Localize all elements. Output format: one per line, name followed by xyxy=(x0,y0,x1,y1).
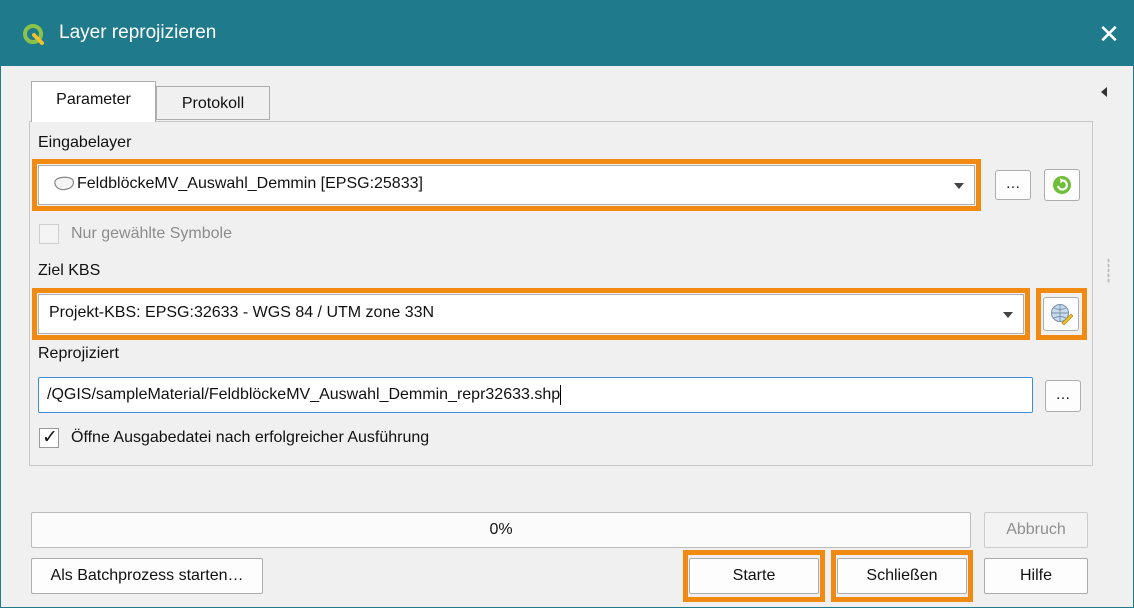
qgis-logo-icon xyxy=(23,24,44,45)
title-bar: Layer reprojizieren ✕ xyxy=(1,0,1133,66)
selected-only-checkbox[interactable] xyxy=(39,224,59,244)
target-crs-combo[interactable]: Projekt-KBS: EPSG:32633 - WGS 84 / UTM z… xyxy=(38,294,1024,334)
output-label: Reprojiziert xyxy=(38,345,119,362)
refresh-icon xyxy=(1053,176,1071,194)
tab-parameter[interactable]: Parameter xyxy=(31,81,156,122)
target-crs-value: Projekt-KBS: EPSG:32633 - WGS 84 / UTM z… xyxy=(49,304,435,321)
globe-crs-icon xyxy=(1051,304,1074,326)
chevron-down-icon xyxy=(954,183,964,189)
output-browse-button[interactable]: … xyxy=(1045,380,1081,412)
dialog-window: Layer reprojizieren ✕ Parameter Protokol… xyxy=(0,0,1134,608)
input-layer-label: Eingabelayer xyxy=(38,134,132,151)
checkmark-icon: ✓ xyxy=(42,427,58,448)
collapse-panel-arrow-icon[interactable] xyxy=(1099,86,1109,98)
input-browse-button[interactable]: … xyxy=(995,170,1031,200)
splitter-handle[interactable] xyxy=(1107,258,1110,284)
window-title: Layer reprojizieren xyxy=(59,22,217,43)
open-output-checkbox[interactable]: ✓ xyxy=(39,427,59,448)
progress-text: 0% xyxy=(489,521,513,538)
select-crs-button[interactable] xyxy=(1043,297,1079,331)
output-path-value: /QGIS/sampleMaterial/FeldblöckeMV_Auswah… xyxy=(47,386,561,403)
run-button[interactable]: Starte xyxy=(689,558,819,594)
close-button[interactable]: Schließen xyxy=(837,558,967,594)
input-layer-value: FeldblöckeMV_Auswahl_Demmin [EPSG:25833] xyxy=(77,175,423,192)
iterate-features-button[interactable] xyxy=(1044,169,1080,201)
target-crs-label: Ziel KBS xyxy=(38,262,101,279)
progress-bar: 0% xyxy=(31,512,971,548)
help-button[interactable]: Hilfe xyxy=(984,558,1088,594)
polygon-layer-icon xyxy=(54,176,74,191)
selected-only-label: Nur gewählte Symbole xyxy=(71,225,232,242)
cancel-button[interactable]: Abbruch xyxy=(984,512,1088,548)
open-output-label: Öffne Ausgabedatei nach erfolgreicher Au… xyxy=(71,429,430,446)
chevron-down-icon xyxy=(1003,312,1013,318)
text-cursor xyxy=(560,384,562,405)
output-path-input[interactable]: /QGIS/sampleMaterial/FeldblöckeMV_Auswah… xyxy=(38,377,1033,413)
close-window-button[interactable]: ✕ xyxy=(1089,14,1129,54)
input-layer-combo[interactable]: FeldblöckeMV_Auswahl_Demmin [EPSG:25833] xyxy=(38,165,975,205)
tab-protokoll[interactable]: Protokoll xyxy=(156,86,270,120)
batch-process-button[interactable]: Als Batchprozess starten… xyxy=(31,558,263,594)
